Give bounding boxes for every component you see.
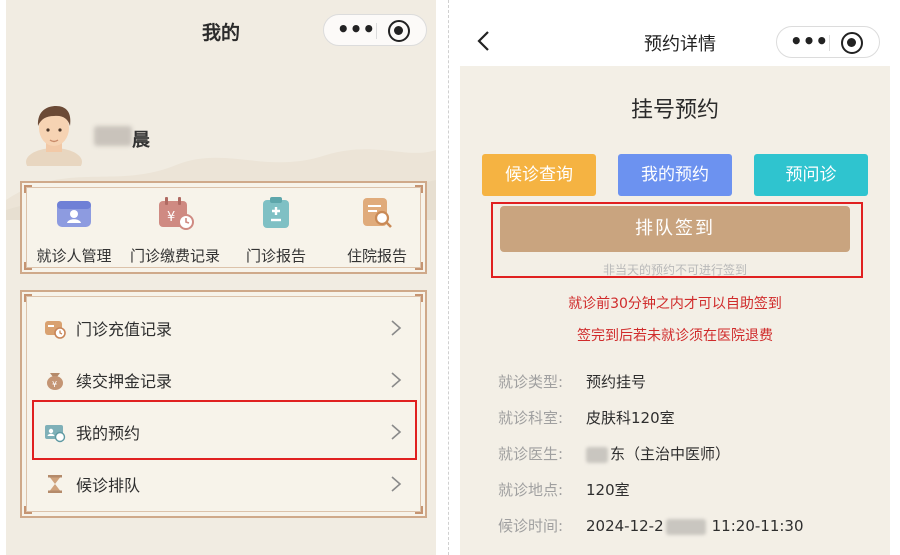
info-row-wait-time: 候诊时间: 2024-12-2 11:20-11:30	[498, 515, 804, 536]
highlight-box-checkin	[491, 202, 863, 278]
screenshot-divider	[448, 0, 449, 555]
refund-warning: 签完到后若未就诊须在医院退费	[577, 328, 773, 344]
grid-item-outpatient-report[interactable]: 门诊报告	[226, 191, 326, 269]
appointment-detail-panel: 挂号预约 候诊查询 我的预约 预问诊 排队签到 非当天的预约不可进行签到 就诊前…	[460, 66, 890, 555]
info-value: 皮肤科120室	[586, 409, 675, 427]
info-value: 预约挂号	[586, 373, 647, 391]
info-row-department: 就诊科室: 皮肤科120室	[498, 407, 675, 428]
deposit-bag-icon: ¥	[47, 373, 63, 390]
list-item-label: 门诊充值记录	[76, 320, 173, 339]
grid-item-label: 门诊报告	[245, 247, 306, 265]
section-title: 挂号预约	[630, 98, 719, 123]
info-value-date: 2024-12-2	[586, 517, 664, 535]
checkin-time-warning: 就诊前30分钟之内才可以自助签到	[568, 296, 782, 312]
info-label: 候诊时间:	[498, 517, 564, 535]
svg-text:¥: ¥	[52, 380, 57, 389]
frame-corner	[24, 294, 32, 302]
mini-program-capsule: •••	[776, 26, 880, 58]
grid-item-patient-management[interactable]: 就诊人管理	[24, 191, 124, 269]
grid-item-label: 门诊缴费记录	[129, 247, 220, 265]
user-name-mask	[94, 126, 132, 146]
more-dots-icon[interactable]: •••	[336, 19, 376, 42]
info-label: 就诊地点:	[498, 481, 564, 499]
recharge-record-icon	[45, 321, 66, 339]
payment-calendar-icon: ¥	[159, 197, 194, 230]
info-label: 就诊医生:	[498, 445, 564, 463]
info-row-visit-type: 就诊类型: 预约挂号	[498, 371, 646, 392]
appointment-detail-screen: 预约详情 ••• 挂号预约 候诊查询 我的预约 预问诊 排队签到 非当天的预约不…	[460, 0, 900, 555]
more-dots-icon[interactable]: •••	[789, 31, 829, 54]
info-row-doctor: 就诊医生: 东（主治中医师）	[498, 443, 730, 464]
chevron-right-icon	[391, 372, 402, 388]
grid-item-inpatient-report[interactable]: 住院报告	[327, 191, 427, 269]
info-row-location: 就诊地点: 120室	[498, 479, 630, 500]
capsule-divider	[829, 35, 830, 51]
info-label: 就诊科室:	[498, 409, 564, 427]
chevron-right-icon	[391, 476, 402, 492]
hourglass-icon	[48, 475, 62, 493]
list-item-deposit-record[interactable]: ¥ 续交押金记录	[34, 356, 417, 404]
date-mask	[665, 518, 706, 535]
clipboard-report-icon	[263, 197, 289, 228]
svg-text:¥: ¥	[167, 210, 175, 225]
capsule-divider	[376, 23, 377, 39]
info-label: 就诊类型:	[498, 373, 564, 391]
mini-program-close-icon[interactable]	[841, 32, 863, 54]
list-item-label: 候诊排队	[76, 476, 141, 495]
info-value-time: 11:20-11:30	[711, 517, 804, 535]
patient-card-icon	[57, 201, 91, 227]
highlight-box-my-appointment	[32, 400, 417, 460]
info-value: 120室	[586, 481, 630, 499]
wait-query-button[interactable]: 候诊查询	[482, 154, 596, 196]
frame-corner	[24, 506, 32, 514]
mini-program-capsule: •••	[323, 14, 427, 46]
grid-item-label: 就诊人管理	[36, 247, 112, 265]
doctor-name-mask	[586, 446, 608, 463]
info-value: 东（主治中医师）	[610, 445, 731, 463]
chevron-right-icon	[391, 320, 402, 336]
my-appointment-button[interactable]: 我的预约	[618, 154, 732, 196]
list-item-waiting-queue[interactable]: 候诊排队	[34, 460, 417, 508]
grid-item-outpatient-payment[interactable]: ¥ 门诊缴费记录	[125, 191, 225, 269]
quick-actions-card: 就诊人管理 ¥ 门诊缴费记录 门诊报告 住院报告	[20, 181, 427, 274]
mini-program-close-icon[interactable]	[388, 20, 410, 42]
grid-item-label: 住院报告	[346, 247, 407, 265]
list-item-label: 续交押金记录	[76, 372, 173, 391]
pre-consultation-button[interactable]: 预问诊	[754, 154, 868, 196]
avatar	[26, 106, 82, 166]
my-page-screen: 我的 ••• 晨 就诊人管理 ¥ 门诊缴费记录 门诊报告 住院报告 门诊充值记录…	[6, 0, 436, 555]
list-item-recharge-record[interactable]: 门诊充值记录	[34, 304, 417, 352]
user-name: 晨	[132, 130, 151, 151]
document-search-icon	[363, 198, 392, 228]
frame-corner	[415, 294, 423, 302]
